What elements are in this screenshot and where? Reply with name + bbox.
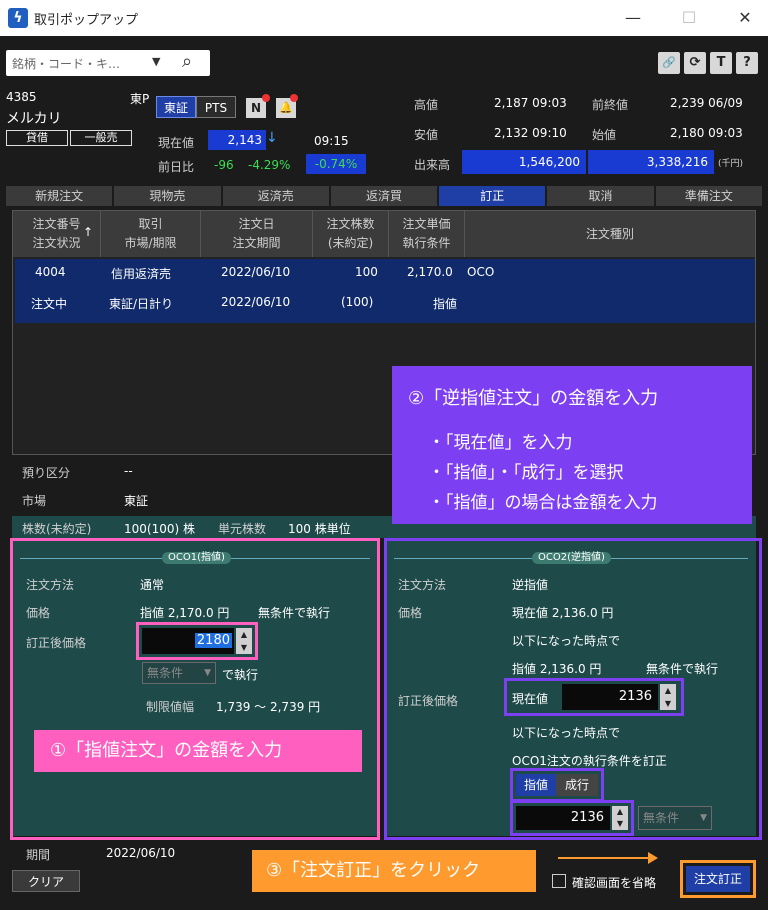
prev-diff-percent: -4.29% xyxy=(248,158,291,172)
oco1-highlight-frame xyxy=(10,538,380,840)
link-icon[interactable]: 🔗 xyxy=(658,52,680,74)
current-price-time: 09:15 xyxy=(314,134,349,148)
bell-alert-dot xyxy=(290,94,298,102)
clear-button[interactable]: クリア xyxy=(12,870,80,892)
order-tabs: 新規注文 現物売 返済売 返済買 訂正 取消 準備注文 xyxy=(6,186,762,206)
row-order-no: 4004 xyxy=(35,265,66,279)
stock-code: 4385 xyxy=(6,90,37,104)
refresh-icon[interactable]: ⟳ xyxy=(684,52,706,74)
oco2-trigger-highlight xyxy=(504,678,684,716)
badge-loan: 貸借 xyxy=(6,130,68,146)
exchange-tokyo-button[interactable]: 東証 xyxy=(156,96,196,118)
prev-diff-label: 前日比 xyxy=(158,160,195,174)
dropdown-icon[interactable]: ▼ xyxy=(152,55,160,68)
volume-value-amount: 3,338,216 xyxy=(588,150,714,174)
volume-label: 出来高 xyxy=(414,158,451,172)
step2-callout: ②「逆指値注文」の金額を入力 ・「現在値」を入力 ・「指値」・「成行」を選択 ・… xyxy=(392,366,752,524)
close-button[interactable]: ✕ xyxy=(730,6,760,30)
step2-title: ②「逆指値注文」の金額を入力 xyxy=(408,388,659,409)
market-value: 東証 xyxy=(124,494,149,508)
market-short: 東P xyxy=(130,92,150,106)
maximize-button[interactable]: ☐ xyxy=(674,6,704,30)
tab-new-order[interactable]: 新規注文 xyxy=(6,186,113,206)
shares-label: 株数(未約定) xyxy=(22,522,92,536)
window-title: 取引ポップアップ xyxy=(34,13,139,28)
header-type[interactable]: 注文種別 xyxy=(465,211,755,257)
header-trade[interactable]: 取引 市場/期限 xyxy=(101,211,201,257)
oco1-input-highlight xyxy=(136,622,258,660)
period-value: 2022/06/10 xyxy=(106,846,176,860)
symbol-search-box[interactable]: 銘柄・コード・キ… ▼ ⌕ xyxy=(6,50,210,76)
row-trade: 信用返済売 xyxy=(111,267,172,281)
step3-arrow-line xyxy=(558,857,650,859)
current-price-label: 現在値 xyxy=(158,136,195,150)
skip-confirm-label[interactable]: 確認画面を省略 xyxy=(572,874,656,891)
badge-general: 一般売 xyxy=(70,130,132,146)
market-label: 市場 xyxy=(22,494,47,508)
oco2-toggle-highlight xyxy=(510,768,604,802)
current-price-value: 2,143 xyxy=(208,130,266,150)
stock-name: メルカリ xyxy=(6,111,62,127)
prev-diff-value: -96 xyxy=(214,158,234,172)
prev-close-value: 2,239 06/09 xyxy=(670,96,743,110)
oco2-limit-highlight xyxy=(510,800,634,836)
sort-icon[interactable]: ↑ xyxy=(83,225,93,239)
text-size-button[interactable]: T xyxy=(710,52,732,74)
open-value: 2,180 09:03 xyxy=(670,126,743,140)
exchange-pts-button[interactable]: PTS xyxy=(196,96,236,118)
tab-repay-sell[interactable]: 返済売 xyxy=(222,186,329,206)
step3-callout: ③「注文訂正」をクリック xyxy=(252,850,536,892)
step2-item-1: ・「現在値」を入力 xyxy=(428,433,573,453)
period-label: 期間 xyxy=(26,848,51,862)
row-type: OCO xyxy=(467,265,495,279)
step2-item-2: ・「指値」・「成行」を選択 xyxy=(428,463,624,483)
row-market: 東証/日計り xyxy=(109,297,174,311)
arrow-right-icon xyxy=(648,852,658,864)
deposit-label: 預り区分 xyxy=(22,466,71,480)
down-arrow-icon: ↓ xyxy=(266,130,278,146)
row-unfilled: (100) xyxy=(341,295,374,309)
submit-highlight xyxy=(680,860,756,898)
row-qty: 100 xyxy=(355,265,378,279)
row-date: 2022/06/10 xyxy=(221,265,291,279)
row-status: 注文中 xyxy=(31,297,68,311)
search-icon[interactable]: ⌕ xyxy=(182,51,192,72)
deposit-value: -- xyxy=(124,464,133,478)
open-label: 始値 xyxy=(592,128,617,142)
tab-prepare[interactable]: 準備注文 xyxy=(655,186,762,206)
high-value: 2,187 09:03 xyxy=(494,96,567,110)
table-row[interactable]: 4004 信用返済売 2022/06/10 100 2,170.0 OCO 注文… xyxy=(15,259,755,323)
news-alert-dot xyxy=(262,94,270,102)
shares-value: 100(100) 株 xyxy=(124,522,195,536)
step2-item-3: ・「指値」の場合は金額を入力 xyxy=(428,493,658,513)
title-bar: ϟ 取引ポップアップ — ☐ ✕ xyxy=(0,0,768,36)
row-condition: 指値 xyxy=(433,297,458,311)
app-logo-icon: ϟ xyxy=(8,8,28,28)
step1-callout: ①「指値注文」の金額を入力 xyxy=(34,730,362,772)
search-input[interactable]: 銘柄・コード・キ… xyxy=(12,55,120,72)
high-label: 高値 xyxy=(414,98,439,112)
help-button[interactable]: ? xyxy=(736,52,758,74)
low-label: 安値 xyxy=(414,128,439,142)
prev-diff-percent-box: -0.74% xyxy=(306,154,366,174)
unit-label: 単元株数 xyxy=(218,522,267,536)
header-date[interactable]: 注文日 注文期間 xyxy=(201,211,313,257)
minimize-button[interactable]: — xyxy=(618,6,648,30)
volume-value: 1,546,200 xyxy=(462,150,586,174)
header-qty[interactable]: 注文株数 (未約定) xyxy=(313,211,389,257)
low-value: 2,132 09:10 xyxy=(494,126,567,140)
header-price[interactable]: 注文単価 執行条件 xyxy=(389,211,465,257)
tab-cancel[interactable]: 取消 xyxy=(547,186,654,206)
volume-unit: (千円) xyxy=(718,159,744,169)
prev-close-label: 前終値 xyxy=(592,98,629,112)
row-price: 2,170.0 xyxy=(407,265,453,279)
row-period: 2022/06/10 xyxy=(221,295,291,309)
tab-repay-buy[interactable]: 返済買 xyxy=(330,186,438,206)
tab-revise[interactable]: 訂正 xyxy=(439,186,546,206)
skip-confirm-checkbox[interactable] xyxy=(552,874,566,888)
unit-value: 100 株単位 xyxy=(288,522,351,536)
tab-cash-sell[interactable]: 現物売 xyxy=(114,186,221,206)
